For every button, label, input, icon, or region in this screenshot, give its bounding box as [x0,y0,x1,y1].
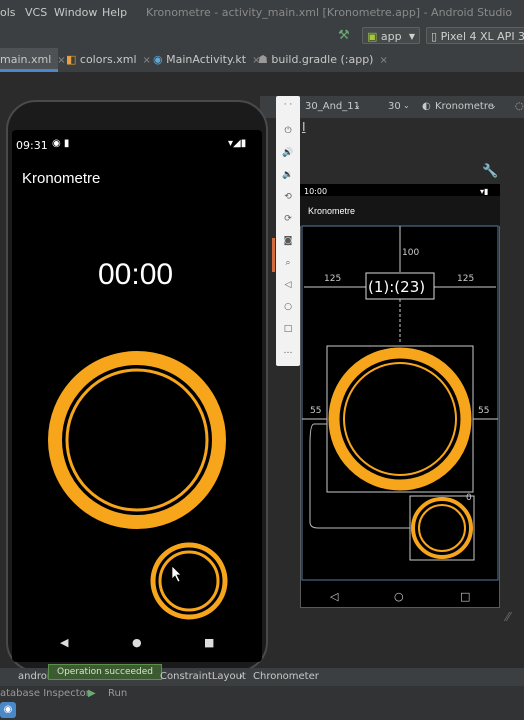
run-icon[interactable]: ▶ [88,688,96,699]
breadcrumb-separator-icon: › [239,671,243,682]
layout-preview-svg: 10:00 ▾▮ Kronometre 100 125 125 (1):(23)… [300,184,500,603]
chevron-down-icon: ⌄ [403,101,410,110]
menu-bar: ols VCS Window Help Kronometre - activit… [0,0,524,24]
breadcrumb-chronometer[interactable]: Chronometer [253,671,319,682]
menu-window[interactable]: Window [54,6,97,19]
small-outer-ring[interactable] [150,542,228,620]
breadcrumb-android[interactable]: androi [18,671,50,682]
toast-text: Operation succeeded [57,667,153,677]
preview-large-inner-ring [343,362,457,476]
editor-tabs: main.xml × ◧ colors.xml × ◉ MainActivity.k… [0,48,524,72]
preview-app-title: Kronometre [308,206,355,216]
device-api-select[interactable]: 30_And_11 [305,101,360,112]
preview-nav-home-icon: ○ [394,590,404,603]
chronometer-placeholder: (1):(23) [368,278,425,296]
zoom-icon[interactable]: ⌕ [276,258,300,268]
close-icon[interactable]: · · [276,100,300,110]
preview-small-outer-ring [411,497,473,559]
run-config-select[interactable]: ▣ app ▼ [362,27,420,44]
volume-up-icon[interactable]: 🔊 [276,148,300,158]
preview-nav-recents-icon: □ [460,590,470,603]
ring-right-label: 55 [478,406,489,416]
chevron-down-icon: ▼ [408,32,415,41]
chevron-down-icon: ⌄ [490,101,497,110]
event-log-icon[interactable]: ◉ [0,702,16,718]
api-select[interactable]: 30 [388,101,401,112]
tab-build-gradle[interactable]: ☗ build.gradle (:app) × [258,48,388,72]
device-icon: ▯ [431,30,438,43]
back-icon[interactable]: ◁ [276,280,300,290]
volume-down-icon[interactable]: 🔉 [276,170,300,180]
camera-icon[interactable]: ◙ [276,236,300,246]
device-label: Pixel 4 XL API 30 [440,30,524,43]
tab-label: MainActivity.kt [166,53,247,66]
operation-toast: Operation succeeded [48,664,162,680]
xml-file-icon: ◧ [66,53,77,66]
breadcrumb-bar: androi Operation succeeded ConstraintLay… [0,664,524,686]
rotate-left-icon[interactable]: ⟲ [276,192,300,202]
home-icon[interactable]: ○ [276,302,300,312]
large-outer-ring[interactable] [48,351,226,529]
tab-label: main.xml [0,53,52,66]
kotlin-file-icon: ◉ [153,53,163,66]
main-toolbar: ⚒ ▣ app ▼ ▯ Pixel 4 XL API 30 [0,24,524,49]
menu-vcs[interactable]: VCS [25,6,47,19]
close-icon[interactable]: × [57,55,65,66]
run-tab[interactable]: Run [108,688,127,699]
close-icon[interactable]: × [143,55,151,66]
large-ring-bounds[interactable] [326,345,474,493]
tab-mainactivity[interactable]: ◉ MainActivity.kt × [153,48,261,72]
android-icon: ▣ [367,30,378,43]
theme-icon: ◐ [422,101,431,112]
locale-icon[interactable]: ◌ [515,101,524,112]
chevron-down-icon: ⌄ [354,101,361,110]
preview-status-bar [300,184,500,196]
tab-label: colors.xml [79,53,137,66]
rings-svg [48,351,228,620]
emulator-screen[interactable]: 09:31 ◉ ▮ ▾◢▮ Kronometre 00:00 ◀ ● ■ [12,130,262,662]
ring-left-label: 55 [310,406,321,416]
nav-home-icon[interactable]: ● [132,636,142,649]
hammer-icon[interactable]: ⚒ [338,28,350,43]
constraint-right-label: 125 [457,274,474,284]
nav-back-icon[interactable]: ◀ [60,636,68,649]
small-inner-ring [158,550,220,612]
constraint-left-label: 125 [324,274,341,284]
more-icon[interactable]: … [276,346,300,356]
preview-nav-back-icon: ◁ [330,590,339,603]
wrench-icon[interactable]: 🔧 [482,164,498,179]
run-config-label: app [380,30,402,43]
breadcrumb-constraintlayout[interactable]: ConstraintLayout [160,671,246,682]
device-select[interactable]: ▯ Pixel 4 XL API 30 [426,27,524,44]
preview-large-outer-ring [328,347,472,491]
preview-small-inner-ring [418,504,466,552]
emulator-toolbar: · · ⏻ 🔊 🔉 ⟲ ⟳ ◙ ⌕ ◁ ○ □ … [276,96,300,366]
rotate-right-icon[interactable]: ⟳ [276,214,300,224]
mouse-cursor-icon [171,565,182,583]
gradle-icon: ☗ [258,53,268,66]
bottom-tool-bar: atabase Inspector ▶ Run ◉ [0,686,524,720]
menu-help[interactable]: Help [102,6,127,19]
power-side-button [272,238,275,272]
nav-recents-icon[interactable]: ■ [204,636,214,649]
tab-colors[interactable]: ◧ colors.xml × [66,48,151,72]
text-tool-icon[interactable]: I [302,120,306,134]
tab-activity-main[interactable]: main.xml × [0,48,66,72]
theme-select[interactable]: Kronometre [435,101,494,112]
preview-status-icons: ▾▮ [480,187,488,196]
database-inspector-tab[interactable]: atabase Inspector [0,688,90,699]
resize-handle-icon[interactable]: ⁄⁄ [506,610,520,624]
small-ring-margin-label: 0 [466,493,472,503]
constraint-top-label: 100 [402,248,419,258]
overview-icon[interactable]: □ [276,324,300,334]
power-icon[interactable]: ⏻ [276,126,300,136]
close-icon[interactable]: × [379,55,387,66]
menu-tools[interactable]: ols [0,6,16,19]
large-inner-ring [65,368,209,512]
window-title: Kronometre - activity_main.xml [Kronomet… [146,6,513,19]
tab-label: build.gradle (:app) [271,53,374,66]
preview-time: 10:00 [304,187,327,196]
